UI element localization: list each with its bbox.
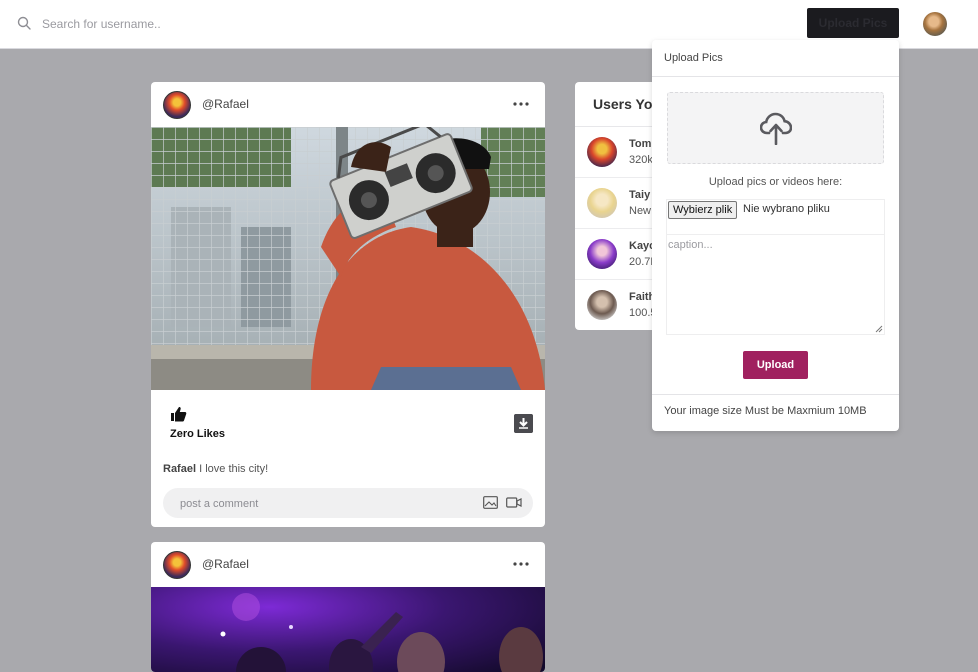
users-panel-title: Users You bbox=[593, 96, 661, 112]
upload-popup: Upload Pics Upload pics or videos here: … bbox=[652, 40, 899, 431]
post-username[interactable]: @Rafael bbox=[202, 97, 249, 111]
post-header: @Rafael bbox=[151, 82, 545, 126]
avatar[interactable] bbox=[163, 91, 191, 119]
file-status: Nie wybrano pliku bbox=[743, 203, 830, 215]
like-count: Zero Likes bbox=[170, 428, 226, 440]
thumbs-up-icon[interactable] bbox=[170, 406, 187, 422]
file-input: Wybierz plik Nie wybrano pliku bbox=[666, 199, 885, 235]
upload-button[interactable]: Upload bbox=[743, 351, 808, 379]
post-card: @Rafael bbox=[151, 542, 545, 672]
user-name: Taiy bbox=[629, 189, 651, 201]
caption-field bbox=[666, 234, 885, 335]
comment-box bbox=[163, 488, 533, 518]
search-input[interactable] bbox=[40, 14, 344, 34]
upload-pics-button[interactable]: Upload Pics bbox=[807, 8, 899, 38]
user-name: Tom bbox=[629, 138, 652, 150]
divider bbox=[652, 76, 899, 77]
profile-avatar[interactable] bbox=[923, 12, 947, 36]
popup-title: Upload Pics bbox=[664, 52, 723, 64]
post-image bbox=[151, 127, 545, 390]
avatar[interactable] bbox=[163, 551, 191, 579]
video-icon[interactable] bbox=[506, 496, 522, 509]
search-icon bbox=[17, 16, 31, 30]
post-card: @Rafael bbox=[151, 82, 545, 527]
avatar bbox=[587, 290, 617, 320]
resize-grip-icon[interactable] bbox=[875, 325, 883, 333]
avatar bbox=[587, 188, 617, 218]
post-username[interactable]: @Rafael bbox=[202, 557, 249, 571]
download-icon[interactable] bbox=[514, 414, 533, 433]
upload-dropzone[interactable] bbox=[667, 92, 884, 164]
cloud-upload-icon bbox=[760, 112, 792, 145]
caption-text: I love this city! bbox=[199, 463, 269, 475]
user-followers: New bbox=[629, 205, 652, 217]
post-caption: Rafael I love this city! bbox=[163, 463, 268, 475]
caption-username[interactable]: Rafael bbox=[163, 463, 196, 475]
post-header: @Rafael bbox=[151, 542, 545, 586]
size-note: Your image size Must be Maxmium 10MB bbox=[664, 405, 867, 417]
user-followers: 320k bbox=[629, 154, 653, 166]
avatar bbox=[587, 239, 617, 269]
choose-file-button[interactable]: Wybierz plik bbox=[668, 201, 738, 219]
image-icon[interactable] bbox=[483, 496, 498, 509]
divider bbox=[652, 394, 899, 395]
more-dots-icon[interactable] bbox=[513, 562, 529, 566]
upload-hint: Upload pics or videos here: bbox=[708, 176, 843, 188]
comment-input[interactable] bbox=[178, 495, 462, 513]
post-image bbox=[151, 587, 545, 672]
more-dots-icon[interactable] bbox=[513, 102, 529, 106]
caption-textarea[interactable] bbox=[667, 235, 884, 334]
avatar bbox=[587, 137, 617, 167]
